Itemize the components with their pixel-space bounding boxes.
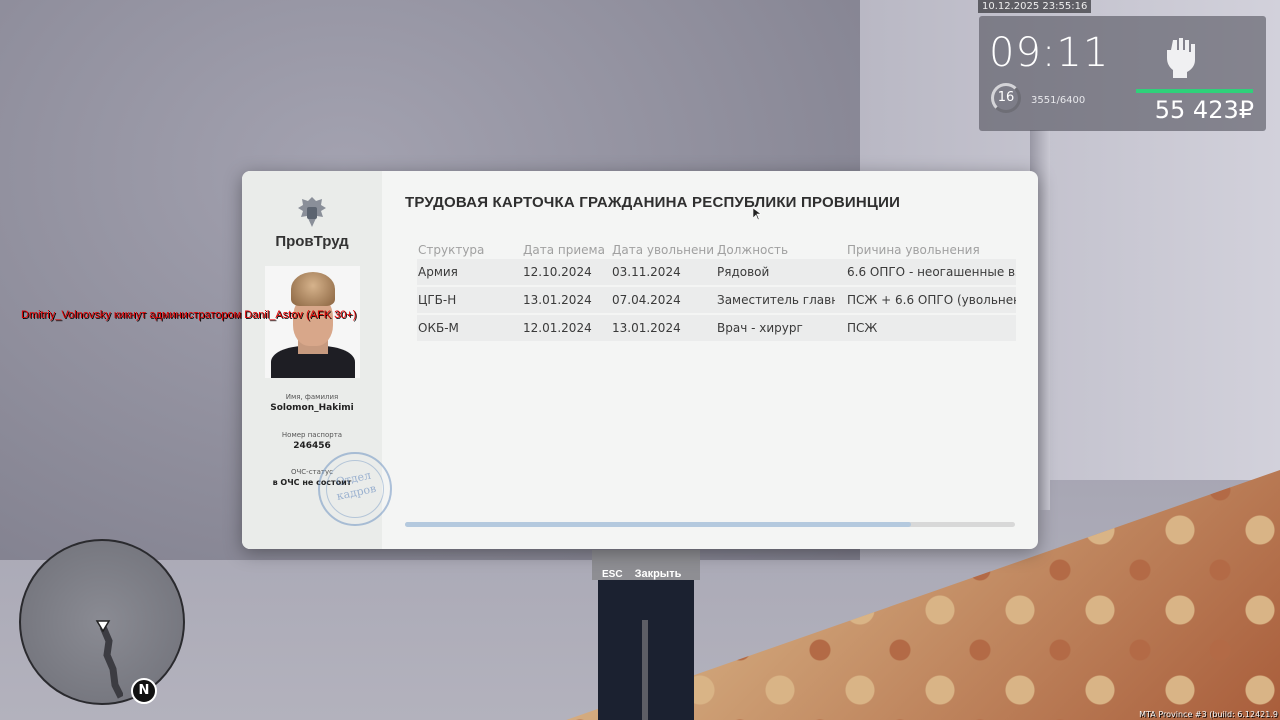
- north-indicator: N: [131, 678, 157, 704]
- col-position: Должность: [717, 243, 789, 257]
- passport-value: 246456: [293, 441, 331, 451]
- hud-panel: 09:11 16 3551/6400 55 423₽: [979, 16, 1266, 131]
- esc-key-label: ESC: [602, 569, 623, 580]
- employment-table: Структура Дата приема Дата увольнени Дол…: [417, 241, 1016, 343]
- minimap: [19, 539, 185, 705]
- table-row: ОКБ-М 12.01.2024 13.01.2024 Врач - хирур…: [417, 315, 1016, 341]
- col-structure: Структура: [418, 243, 485, 257]
- card-sidebar: ПровТруд Имя, фамилия Solomon_Hakimi Ном…: [242, 171, 392, 549]
- mouse-cursor-icon: [753, 208, 761, 220]
- table-row: ЦГБ-Н 13.01.2024 07.04.2024 Заместитель …: [417, 287, 1016, 313]
- avatar-photo: [265, 266, 360, 378]
- cell-structure: Армия: [418, 265, 458, 279]
- brand-name: ПровТруд: [275, 233, 349, 250]
- name-label: Имя, фамилия: [285, 393, 339, 401]
- cell-structure: ЦГБ-Н: [418, 293, 457, 307]
- health-bar: [1136, 89, 1253, 93]
- horizontal-scrollbar[interactable]: [405, 522, 1015, 527]
- scrollbar-thumb[interactable]: [405, 522, 912, 527]
- cell-fired: 13.01.2024: [612, 321, 681, 335]
- cell-position: Рядовой: [717, 265, 770, 279]
- col-reason: Причина увольнения: [847, 243, 980, 257]
- cell-hired: 12.10.2024: [523, 265, 592, 279]
- cell-reason: 6.6 ОПГО - неогашенные взы: [847, 265, 1016, 279]
- cell-reason: ПСЖ + 6.6 ОПГО (увольнение: [847, 293, 1016, 307]
- cell-position: Заместитель главного: [717, 293, 835, 307]
- employment-card: ПровТруд Имя, фамилия Solomon_Hakimi Ном…: [242, 171, 1038, 549]
- build-info: MTA Province #3 (build: 6.12421.9: [1139, 710, 1278, 719]
- cell-fired: 07.04.2024: [612, 293, 681, 307]
- table-row: Армия 12.10.2024 03.11.2024 Рядовой 6.6 …: [417, 259, 1016, 285]
- cell-structure: ОКБ-М: [418, 321, 459, 335]
- money-value: 55 423₽: [1154, 96, 1254, 124]
- passport-label: Номер паспорта: [281, 431, 343, 439]
- cell-reason: ПСЖ: [847, 321, 878, 335]
- cell-fired: 03.11.2024: [612, 265, 681, 279]
- col-hired: Дата приема: [523, 243, 605, 257]
- name-value: Solomon_Hakimi: [270, 403, 354, 413]
- xp-value: 3551/6400: [1031, 95, 1086, 106]
- map-route-icon: [95, 620, 123, 699]
- hud-datetime: 10.12.2025 23:55:16: [978, 0, 1092, 13]
- close-button[interactable]: ESC Закрыть: [602, 568, 681, 580]
- stamp-seal: Отдел кадров: [318, 452, 392, 526]
- emblem-icon: [298, 197, 326, 227]
- chat-message: Dmitriy_Volnovsky кикнут администратором…: [21, 309, 357, 321]
- level-value: 16: [997, 90, 1015, 105]
- close-label: Закрыть: [634, 568, 682, 580]
- fist-icon: [1167, 38, 1195, 78]
- card-title: ТРУДОВАЯ КАРТОЧКА ГРАЖДАНИНА РЕСПУБЛИКИ …: [405, 194, 901, 211]
- cell-position: Врач - хирург: [717, 321, 803, 335]
- cell-hired: 13.01.2024: [523, 293, 592, 307]
- col-fired: Дата увольнени: [612, 243, 715, 257]
- cell-hired: 12.01.2024: [523, 321, 592, 335]
- hud-time: 09:11: [989, 30, 1110, 76]
